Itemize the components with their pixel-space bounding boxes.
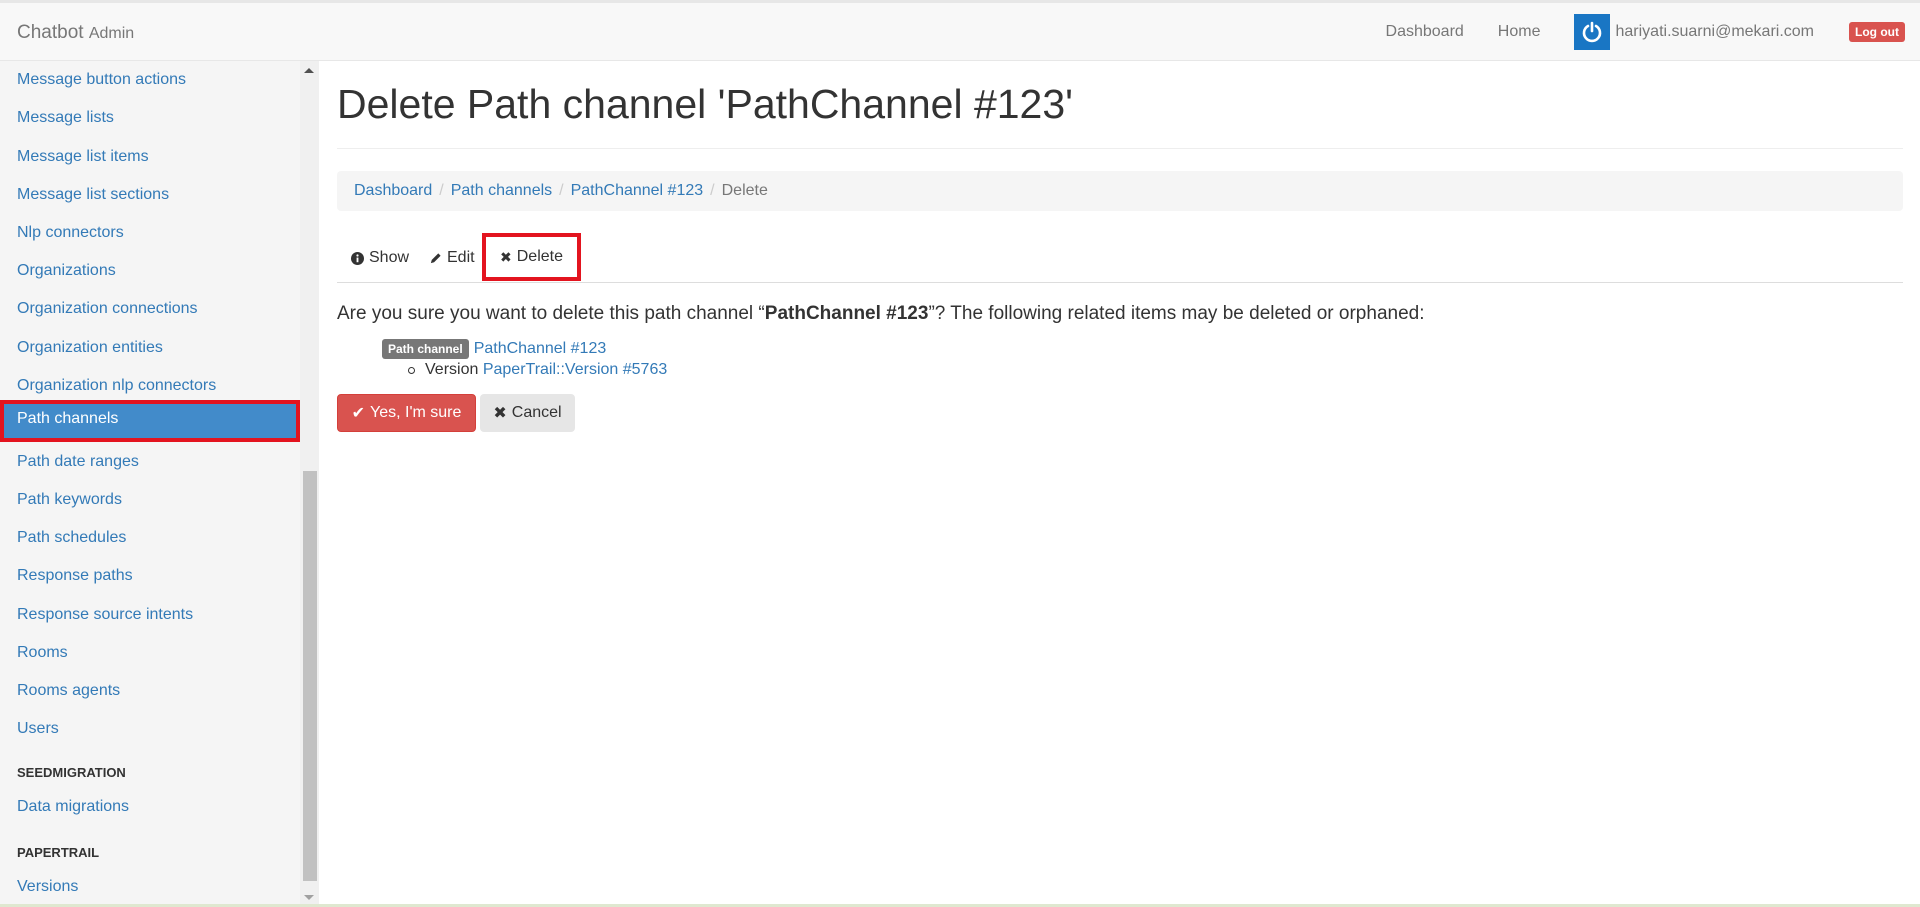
scroll-up-arrow-icon[interactable] xyxy=(304,68,314,73)
breadcrumb: Dashboard / Path channels / PathChannel … xyxy=(337,171,1903,211)
sidebar-scrollbar[interactable] xyxy=(300,61,319,907)
sidebar-item-response-paths[interactable]: Response paths xyxy=(0,557,300,595)
breadcrumb-separator: / xyxy=(559,182,564,199)
sidebar-item-nlp-connectors[interactable]: Nlp connectors xyxy=(0,214,300,252)
sidebar-item-versions[interactable]: Versions xyxy=(0,868,300,906)
main-content: Delete Path channel 'PathChannel #123' D… xyxy=(319,61,1920,907)
sidebar-section-seedmigration: SEEDMIGRATION xyxy=(17,765,126,780)
power-icon xyxy=(1583,21,1602,43)
user-email: hariyati.suarni@mekari.com xyxy=(1615,23,1815,40)
sidebar-item-organization-connections[interactable]: Organization connections xyxy=(0,290,300,328)
confirm-prefix: Are you sure you want to delete this pat… xyxy=(337,303,765,324)
confirm-delete-label: Yes, I'm sure xyxy=(370,404,462,421)
related-record-link[interactable]: PathChannel #123 xyxy=(474,340,607,358)
sidebar-item-organizations[interactable]: Organizations xyxy=(0,252,300,290)
nav-links: Dashboard Home hariyati.suarni@mekari.co… xyxy=(1386,3,1920,61)
sidebar-item-users[interactable]: Users xyxy=(0,710,300,748)
sidebar-item-path-keywords[interactable]: Path keywords xyxy=(0,481,300,519)
breadcrumb-separator: / xyxy=(439,182,444,199)
breadcrumb-path-channels[interactable]: Path channels xyxy=(451,182,552,200)
nav-dashboard-link[interactable]: Dashboard xyxy=(1386,23,1464,41)
nav-home-link[interactable]: Home xyxy=(1498,23,1541,41)
brand-name: Chatbot xyxy=(17,22,84,43)
scroll-down-arrow-icon[interactable] xyxy=(304,895,314,900)
sidebar-item-data-migrations[interactable]: Data migrations xyxy=(0,788,300,826)
sidebar-item-message-lists[interactable]: Message lists xyxy=(0,99,300,137)
cancel-label: Cancel xyxy=(511,404,562,421)
times-icon: ✖ xyxy=(493,405,507,422)
sub-item-label: Version xyxy=(425,361,479,378)
confirm-message: Are you sure you want to delete this pat… xyxy=(337,303,1425,325)
top-navbar: Chatbot Admin Dashboard Home hariyati.su… xyxy=(0,0,1920,61)
sidebar-item-message-button-actions[interactable]: Message button actions xyxy=(0,61,300,99)
sidebar-item-path-channels[interactable]: Path channels xyxy=(0,400,300,442)
breadcrumb-separator: / xyxy=(710,182,715,199)
breadcrumb-current: Delete xyxy=(721,182,768,199)
sidebar-section-papertrail: PAPERTRAIL xyxy=(17,845,100,860)
confirm-suffix: ”? The following related items may be de… xyxy=(928,303,1425,324)
user-menu[interactable]: hariyati.suarni@mekari.com xyxy=(1574,14,1814,50)
logout-button[interactable]: Log out xyxy=(1849,22,1905,42)
title-divider xyxy=(337,148,1903,149)
tab-delete-label: Delete xyxy=(516,248,563,265)
version-link[interactable]: PaperTrail::Version #5763 xyxy=(483,361,667,379)
tab-edit-label: Edit xyxy=(447,249,475,266)
sidebar-item-rooms[interactable]: Rooms xyxy=(0,634,300,672)
model-badge: Path channel xyxy=(382,339,469,359)
brand[interactable]: Chatbot Admin xyxy=(17,22,134,44)
times-icon: ✖ xyxy=(500,248,512,265)
sidebar-item-message-list-sections[interactable]: Message list sections xyxy=(0,176,300,214)
sidebar-item-message-list-items[interactable]: Message list items xyxy=(0,138,300,176)
page-title: Delete Path channel 'PathChannel #123' xyxy=(337,81,1073,127)
sidebar-item-path-schedules[interactable]: Path schedules xyxy=(0,519,300,557)
sidebar-item-path-date-ranges[interactable]: Path date ranges xyxy=(0,443,300,481)
related-item: Path channel PathChannel #123 xyxy=(382,339,606,359)
sidebar-item-response-source-intents[interactable]: Response source intents xyxy=(0,596,300,634)
circle-bullet-icon xyxy=(408,366,415,374)
check-icon: ✔ xyxy=(351,405,365,422)
sidebar-item-organization-entities[interactable]: Organization entities xyxy=(0,329,300,367)
related-sub-item: Version PaperTrail::Version #5763 xyxy=(408,361,667,379)
tab-show[interactable]: Show xyxy=(351,233,409,283)
action-tabs: Show Edit ✖ Delete xyxy=(337,233,1903,283)
sidebar-item-rooms-agents[interactable]: Rooms agents xyxy=(0,672,300,710)
tab-edit[interactable]: Edit xyxy=(429,233,475,283)
scroll-thumb[interactable] xyxy=(303,471,317,881)
cancel-button[interactable]: ✖ Cancel xyxy=(480,394,575,432)
brand-sub: Admin xyxy=(88,25,135,42)
tab-delete[interactable]: ✖ Delete xyxy=(482,233,581,281)
confirm-delete-button[interactable]: ✔ Yes, I'm sure xyxy=(337,394,476,432)
pencil-icon xyxy=(430,252,441,263)
confirm-record-name: PathChannel #123 xyxy=(764,303,929,324)
tab-show-label: Show xyxy=(369,249,410,266)
info-circle-icon xyxy=(351,251,364,265)
avatar xyxy=(1574,14,1611,50)
breadcrumb-dashboard[interactable]: Dashboard xyxy=(354,182,432,200)
sidebar: Message button actions Message lists Mes… xyxy=(0,61,300,907)
breadcrumb-path-channel-record[interactable]: PathChannel #123 xyxy=(571,182,704,200)
